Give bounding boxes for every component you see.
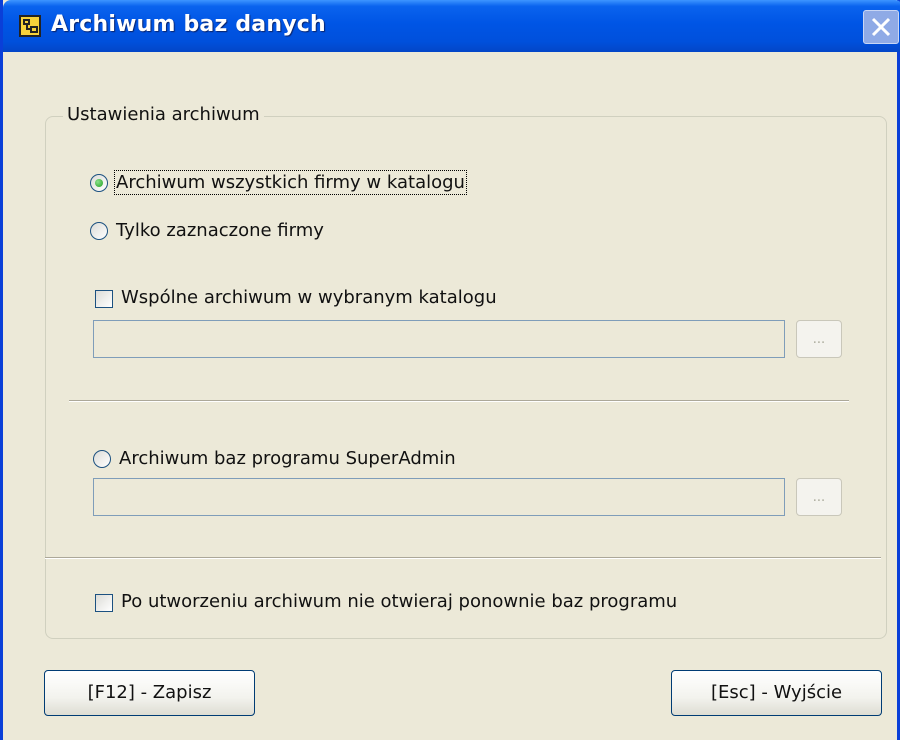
dialog-window: Archiwum baz danych Ustawienia archiwum … xyxy=(0,0,900,740)
title-bar[interactable]: Archiwum baz danych xyxy=(3,0,900,52)
shared-archive-path-field[interactable] xyxy=(93,320,785,358)
shared-archive-label[interactable]: Wspólne archiwum w wybranym katalogu xyxy=(121,287,497,308)
superadmin-path-field[interactable] xyxy=(93,478,785,516)
no-reopen-label[interactable]: Po utworzeniu archiwum nie otwieraj pono… xyxy=(121,591,677,612)
save-button[interactable]: [F12] - Zapisz xyxy=(44,670,255,716)
radio-selected-firms-label[interactable]: Tylko zaznaczone firmy xyxy=(116,220,324,241)
no-reopen-checkbox[interactable] xyxy=(95,594,113,612)
close-button[interactable] xyxy=(863,10,899,44)
database-app-icon xyxy=(19,15,41,37)
radio-all-firms-label[interactable]: Archiwum wszystkich firmy w katalogu xyxy=(114,170,467,195)
superadmin-browse-button[interactable]: ... xyxy=(796,478,842,516)
shared-archive-browse-button[interactable]: ... xyxy=(796,320,842,358)
separator-1 xyxy=(69,400,849,402)
exit-button[interactable]: [Esc] - Wyjście xyxy=(671,670,882,716)
radio-superadmin-label[interactable]: Archiwum baz programu SuperAdmin xyxy=(119,448,456,469)
radio-selected-firms[interactable] xyxy=(90,222,108,240)
radio-selected-dot xyxy=(95,179,103,187)
separator-2 xyxy=(45,557,881,559)
archive-settings-group xyxy=(45,116,887,639)
radio-all-firms[interactable] xyxy=(90,174,108,192)
shared-archive-checkbox[interactable] xyxy=(95,290,113,308)
close-icon xyxy=(871,17,891,37)
group-title: Ustawienia archiwum xyxy=(63,104,264,125)
window-title: Archiwum baz danych xyxy=(51,12,326,37)
radio-superadmin[interactable] xyxy=(93,450,111,468)
